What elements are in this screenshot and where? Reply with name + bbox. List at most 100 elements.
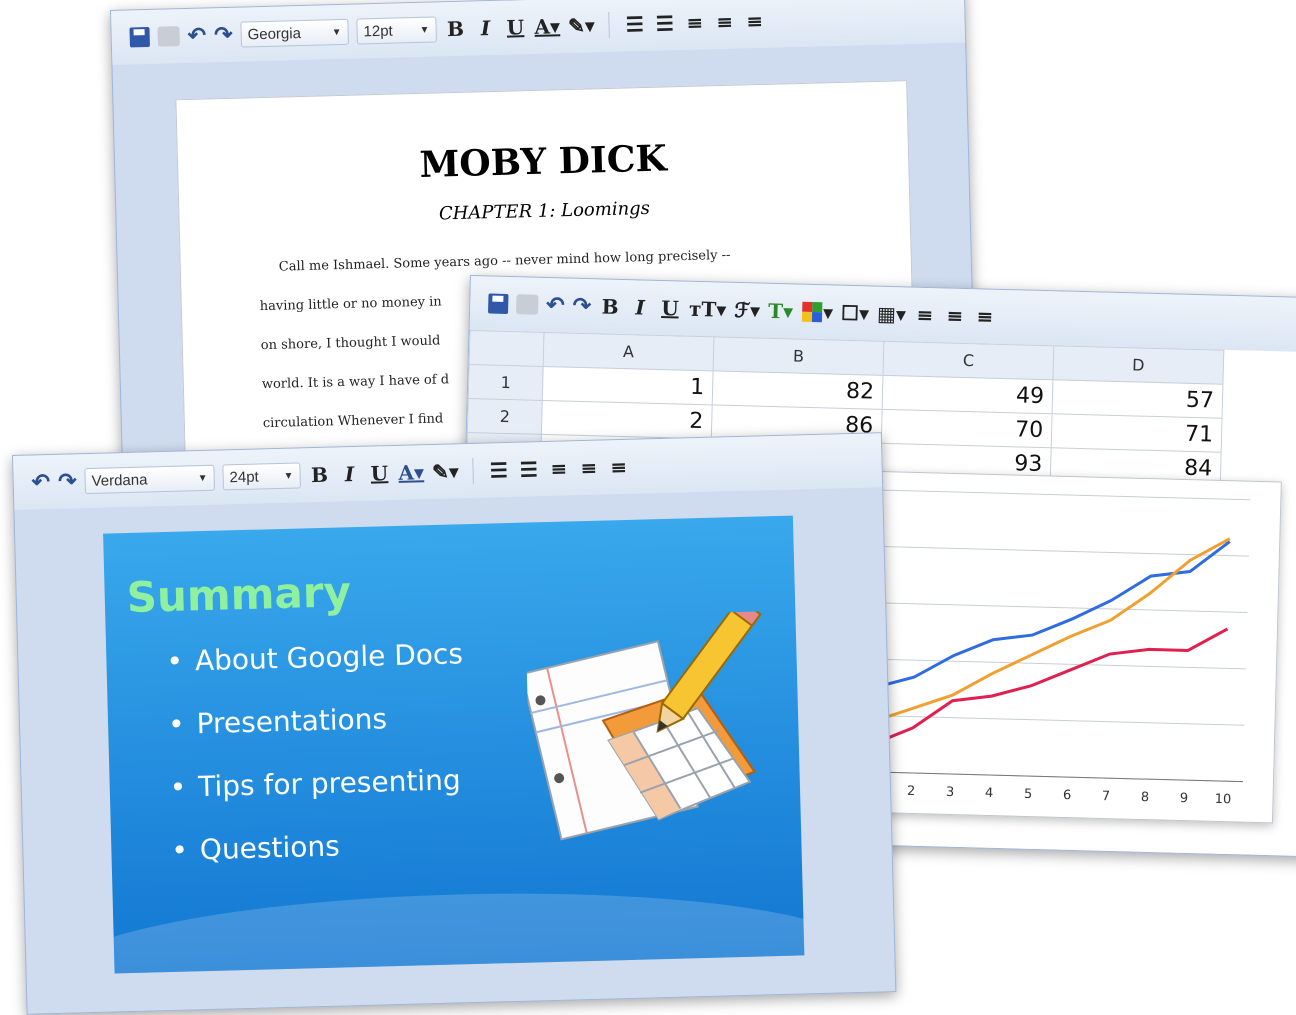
x-axis <box>853 770 1243 783</box>
cell[interactable]: 1 <box>542 366 714 405</box>
font-family-value: Georgia <box>247 24 302 43</box>
slide-wave-decoration <box>103 883 805 974</box>
bullet-list: About Google Docs Presentations Tips for… <box>166 634 469 894</box>
numbered-list-icon[interactable]: ☰ <box>487 457 510 484</box>
undo-icon[interactable]: ↶ <box>546 292 565 318</box>
gridline <box>856 658 1246 670</box>
toolbar-divider <box>608 11 611 38</box>
align-left-icon[interactable]: ≡ <box>547 455 570 482</box>
undo-icon[interactable]: ↶ <box>187 22 206 48</box>
align-left-icon[interactable]: ≡ <box>683 9 706 36</box>
align-right-icon[interactable]: ≡ <box>743 8 766 35</box>
underline-button[interactable]: U <box>504 14 527 41</box>
cell-color-icon[interactable]: ▾ <box>801 299 834 326</box>
cell[interactable]: 70 <box>881 409 1053 448</box>
row-header[interactable]: 2 <box>467 398 543 435</box>
font-family-dropdown[interactable]: Verdana ▼ <box>84 464 215 495</box>
column-header[interactable]: C <box>883 341 1054 380</box>
italic-button[interactable]: I <box>338 461 361 488</box>
chevron-down-icon: ▼ <box>197 472 208 484</box>
x-tick-label: 3 <box>946 785 955 800</box>
line-chart[interactable]: 2 3 4 5 6 7 8 9 10 <box>831 470 1282 824</box>
underline-button[interactable]: U <box>659 295 682 322</box>
x-tick-label: 9 <box>1180 791 1189 806</box>
highlight-icon[interactable]: ✎▾ <box>432 458 459 485</box>
undo-icon[interactable]: ↶ <box>31 469 50 495</box>
font-family-icon[interactable]: ℱ▾ <box>734 297 760 324</box>
x-tick-label: 7 <box>1102 789 1111 804</box>
font-size-icon[interactable]: тT▾ <box>689 296 727 323</box>
slide-title: Summary <box>126 567 352 623</box>
numbered-list-icon[interactable]: ☰ <box>623 11 646 38</box>
column-header[interactable]: B <box>713 336 884 376</box>
save-icon[interactable] <box>129 26 150 48</box>
list-item: Presentations <box>168 697 466 768</box>
list-item: Questions <box>171 823 469 894</box>
x-tick-label: 5 <box>1024 787 1033 802</box>
align-center-icon[interactable]: ≡ <box>944 302 967 329</box>
cell[interactable]: 2 <box>541 400 713 439</box>
chevron-down-icon: ▼ <box>331 26 342 38</box>
presentation-window: ↶ ↷ Verdana ▼ 24pt ▼ B I U A▾ ✎▾ ☰ ☰ ≡ ≡ ≡… <box>12 432 897 1015</box>
text-color-icon[interactable]: T▾ <box>768 298 794 325</box>
list-item: Tips for presenting <box>169 760 467 831</box>
chevron-down-icon: ▼ <box>419 24 430 36</box>
redo-icon[interactable]: ↷ <box>58 468 77 494</box>
font-size-dropdown[interactable]: 24pt ▼ <box>222 462 301 491</box>
cell[interactable]: 82 <box>712 370 884 410</box>
chapter-heading: CHAPTER 1: Loomings <box>438 197 651 225</box>
highlight-icon[interactable]: ✎▾ <box>568 12 595 39</box>
font-family-dropdown[interactable]: Georgia ▼ <box>240 18 349 48</box>
google-docs-logo-icon <box>525 611 762 841</box>
align-right-icon[interactable]: ≡ <box>607 454 630 481</box>
insert-chart-icon[interactable]: ▦▾ <box>877 301 907 328</box>
font-family-value: Verdana <box>91 470 148 490</box>
italic-button[interactable]: I <box>629 294 652 321</box>
font-size-dropdown[interactable]: 12pt ▼ <box>356 16 437 45</box>
column-header[interactable]: D <box>1052 345 1224 385</box>
chart-canvas: 2 3 4 5 6 7 8 9 10 <box>853 489 1251 807</box>
x-tick-label: 4 <box>985 786 994 801</box>
color-grid-icon <box>801 301 823 323</box>
text-color-icon[interactable]: A▾ <box>534 13 560 40</box>
text-color-icon[interactable]: A▾ <box>398 459 424 486</box>
align-center-icon[interactable]: ≡ <box>577 455 600 482</box>
gridline <box>860 489 1251 501</box>
font-size-value: 12pt <box>363 22 393 40</box>
row-header[interactable]: 1 <box>468 364 544 401</box>
cell[interactable]: 71 <box>1051 413 1223 453</box>
align-left-icon[interactable]: ≡ <box>914 302 937 329</box>
italic-button[interactable]: I <box>474 15 497 42</box>
borders-icon[interactable]: ☐▾ <box>841 300 870 327</box>
chevron-down-icon: ▼ <box>283 470 294 482</box>
document-title: MOBY DICK <box>418 137 668 186</box>
redo-icon[interactable]: ↷ <box>572 293 591 319</box>
x-tick-label: 8 <box>1141 790 1150 805</box>
slide-canvas[interactable]: Summary About Google Docs Presentations … <box>103 515 805 974</box>
print-icon[interactable] <box>157 26 180 47</box>
corner-cell[interactable] <box>469 330 545 367</box>
list-item: About Google Docs <box>166 634 464 705</box>
bulleted-list-icon[interactable]: ☰ <box>517 456 540 483</box>
gridline <box>857 601 1248 614</box>
font-size-value: 24pt <box>229 468 259 486</box>
bold-button[interactable]: B <box>444 16 467 43</box>
bulleted-list-icon[interactable]: ☰ <box>653 10 676 37</box>
save-icon[interactable] <box>487 293 509 315</box>
align-right-icon[interactable]: ≡ <box>974 303 997 330</box>
align-center-icon[interactable]: ≡ <box>713 9 736 36</box>
underline-button[interactable]: U <box>368 460 391 487</box>
x-tick-label: 6 <box>1063 788 1072 803</box>
column-header[interactable]: A <box>543 332 714 371</box>
series-line-3[interactable] <box>872 620 1229 753</box>
series-line-2[interactable] <box>873 530 1231 731</box>
redo-icon[interactable]: ↷ <box>214 22 233 48</box>
bold-button[interactable]: B <box>308 462 331 489</box>
document-toolbar: ↶ ↷ Georgia ▼ 12pt ▼ B I U A▾ ✎▾ ☰ ☰ ≡ ≡ ≡ <box>111 0 966 65</box>
cell[interactable]: 57 <box>1052 379 1223 419</box>
bold-button[interactable]: B <box>599 293 622 320</box>
cell[interactable]: 49 <box>882 375 1053 414</box>
print-icon[interactable] <box>515 294 539 315</box>
series-line-1[interactable] <box>874 532 1231 696</box>
toolbar-divider <box>472 457 475 484</box>
